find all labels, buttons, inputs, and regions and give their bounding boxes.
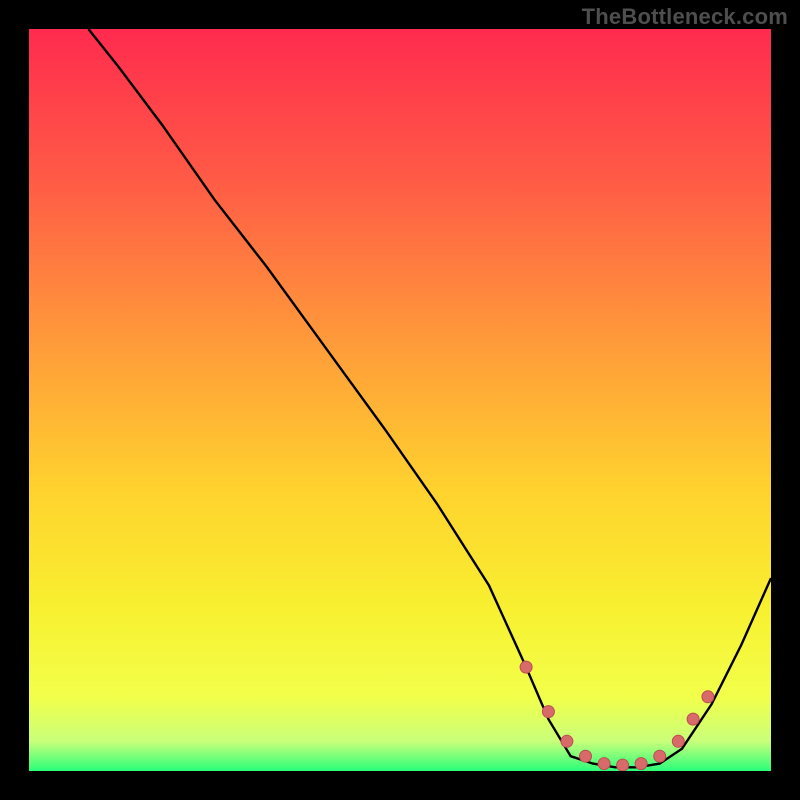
heat-gradient-rect	[29, 29, 771, 771]
gradient-background	[29, 29, 771, 771]
chart-container: TheBottleneck.com	[0, 0, 800, 800]
attribution-watermark: TheBottleneck.com	[582, 4, 788, 30]
